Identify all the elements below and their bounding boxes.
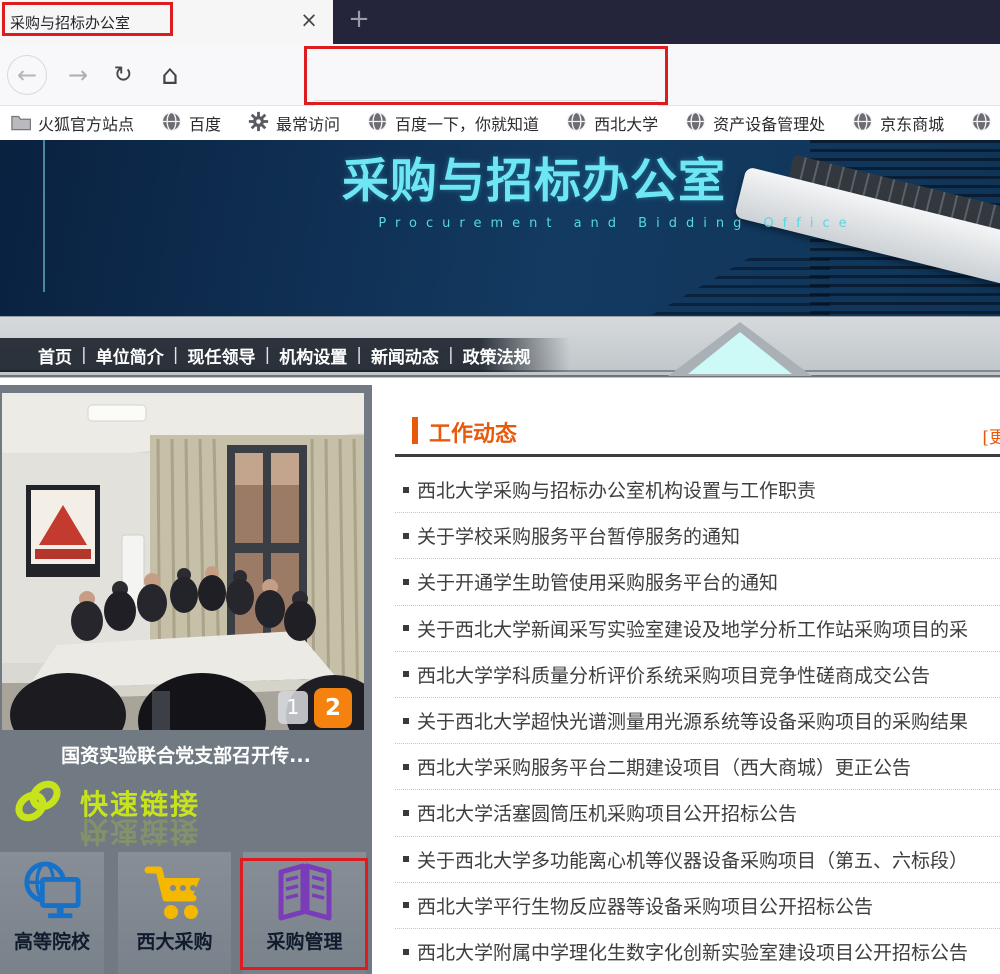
section-title: 工作动态	[429, 416, 517, 448]
bookmarks-toolbar: 火狐官方站点 百度 最常访问 百度一下，你就知道 西北大学 资产设备管理处 京东…	[0, 106, 1000, 140]
home-button[interactable]: ⌂	[150, 55, 190, 95]
bookmark-asset-dept[interactable]: 资产设备管理处	[685, 111, 825, 136]
section-underline	[395, 454, 1000, 457]
news-item[interactable]: 关于西北大学新闻采写实验室建设及地学分析工作站采购项目的采	[395, 606, 1000, 652]
news-item[interactable]: 西北大学附属中学理化生数字化创新实验室建设项目公开招标公告	[395, 929, 1000, 974]
nav-item-leaders[interactable]: 现任领导	[187, 343, 255, 368]
site-subtitle: Procurement and Bidding Office	[234, 216, 1000, 231]
tile-procurement-management[interactable]: 采购管理	[243, 852, 366, 974]
globe-icon	[852, 111, 873, 136]
slideshow-page-1[interactable]: 1	[278, 691, 308, 724]
news-item[interactable]: 关于西北大学超快光谱测量用光源系统等设备采购项目的采购结果	[395, 698, 1000, 744]
bookmark-label: 京东商城	[880, 111, 944, 135]
bookmark-baidu[interactable]: 百度	[161, 111, 221, 136]
globe-icon	[367, 111, 388, 136]
navigation-toolbar: ← → ↻ ⌂ https://zcc.nwu.edu.cn	[0, 44, 1000, 106]
tile-universities[interactable]: 高等院校	[0, 852, 104, 974]
site-banner: 采购与招标办公室 Procurement and Bidding Office …	[0, 140, 1000, 378]
slideshow-caption[interactable]: 国资实验联合党支部召开传...	[0, 741, 372, 768]
nav-item-home[interactable]: 首页	[38, 343, 72, 368]
news-item[interactable]: 西北大学活塞圆筒压机采购项目公开招标公告	[395, 790, 1000, 836]
more-link[interactable]: [更	[982, 423, 1000, 448]
forward-button[interactable]: →	[58, 55, 98, 95]
quick-links-reflection: 快速链接	[80, 813, 200, 853]
news-item[interactable]: 西北大学采购与招标办公室机构设置与工作职责	[395, 467, 1000, 513]
nav-separator: |	[81, 345, 87, 365]
bookmark-firefox-sites[interactable]: 火狐官方站点	[10, 111, 134, 135]
tile-xida-procurement[interactable]: 西大采购	[118, 852, 231, 974]
chain-link-icon	[10, 775, 66, 837]
bookmark-baidu-search[interactable]: 百度一下，你就知道	[367, 111, 539, 136]
gear-icon	[248, 111, 269, 136]
globe-icon	[685, 111, 706, 136]
left-sidebar: 1 2 国资实验联合党支部召开传... 快速链接 快速链接	[0, 385, 372, 974]
work-news-section: 工作动态 [更 西北大学采购与招标办公室机构设置与工作职责 关于学校采购服务平台…	[395, 408, 1000, 974]
nav-item-structure[interactable]: 机构设置	[279, 343, 347, 368]
tab-bar: 采购与招标办公室 × +	[0, 0, 1000, 44]
globe-icon	[161, 111, 182, 136]
slideshow-photo[interactable]: 1 2	[2, 393, 364, 730]
bookmark-label: 火狐官方站点	[38, 111, 134, 135]
bookmark-label: 百度	[189, 111, 221, 135]
bookmark-label: 百度一下，你就知道	[395, 111, 539, 135]
nav-separator: |	[448, 345, 454, 365]
bookmark-nwu[interactable]: 西北大学	[566, 111, 658, 136]
nav-item-policies[interactable]: 政策法规	[463, 343, 531, 368]
globe-icon	[971, 111, 992, 136]
banner-decoration-line	[43, 140, 45, 292]
bookmark-label: 西北大学	[594, 111, 658, 135]
shopping-cart-icon	[142, 860, 208, 924]
news-item[interactable]: 关于西北大学多功能离心机等仪器设备采购项目（第五、六标段）	[395, 837, 1000, 883]
section-title-bar	[412, 417, 418, 444]
browser-window: 采购与招标办公室 × + ← → ↻ ⌂ https://zcc.nwu.edu…	[0, 0, 1000, 974]
banner-stripes	[650, 258, 830, 316]
bookmark-label: 最常访问	[276, 111, 340, 135]
news-item[interactable]: 西北大学采购服务平台二期建设项目（西大商城）更正公告	[395, 744, 1000, 790]
globe-icon	[566, 111, 587, 136]
news-list: 西北大学采购与招标办公室机构设置与工作职责 关于学校采购服务平台暂停服务的通知 …	[395, 467, 1000, 974]
site-title: 采购与招标办公室	[68, 142, 1000, 211]
quick-links-header: 快速链接 快速链接	[10, 775, 200, 837]
tile-label: 采购管理	[266, 927, 342, 954]
bookmark-jd[interactable]: 京东商城	[852, 111, 944, 136]
nav-item-about[interactable]: 单位简介	[96, 343, 164, 368]
bookmark-label: 资产设备管理处	[713, 111, 825, 135]
new-tab-button[interactable]: +	[344, 4, 374, 34]
main-navigation: 首页 | 单位简介 | 现任领导 | 机构设置 | 新闻动态 | 政策法规	[0, 338, 570, 372]
slideshow-page-2-active[interactable]: 2	[314, 688, 352, 728]
nav-separator: |	[264, 345, 270, 365]
bookmark-partial[interactable]	[971, 111, 992, 136]
nav-separator: |	[356, 345, 362, 365]
news-item[interactable]: 西北大学学科质量分析评价系统采购项目竞争性磋商成交公告	[395, 652, 1000, 698]
tab-title: 采购与招标办公室	[10, 12, 265, 33]
meeting-room-photo	[2, 393, 364, 730]
nav-separator: |	[173, 345, 179, 365]
bookmark-most-visited[interactable]: 最常访问	[248, 111, 340, 136]
folder-icon	[10, 112, 31, 135]
tab-procurement-office[interactable]: 采购与招标办公室 ×	[0, 0, 333, 44]
nav-item-news[interactable]: 新闻动态	[371, 343, 439, 368]
back-button[interactable]: ←	[7, 55, 47, 95]
reload-button[interactable]: ↻	[103, 55, 143, 95]
tile-label: 高等院校	[14, 927, 90, 954]
triangle-decoration	[688, 332, 792, 374]
news-item[interactable]: 关于学校采购服务平台暂停服务的通知	[395, 513, 1000, 559]
news-item[interactable]: 关于开通学生助管使用采购服务平台的通知	[395, 559, 1000, 605]
globe-monitor-icon	[21, 860, 83, 924]
close-tab-icon[interactable]: ×	[296, 8, 322, 32]
news-item[interactable]: 西北大学平行生物反应器等设备采购项目公开招标公告	[395, 883, 1000, 929]
tile-label: 西大采购	[136, 927, 212, 954]
band-line	[0, 375, 1000, 377]
open-book-icon	[273, 860, 337, 924]
